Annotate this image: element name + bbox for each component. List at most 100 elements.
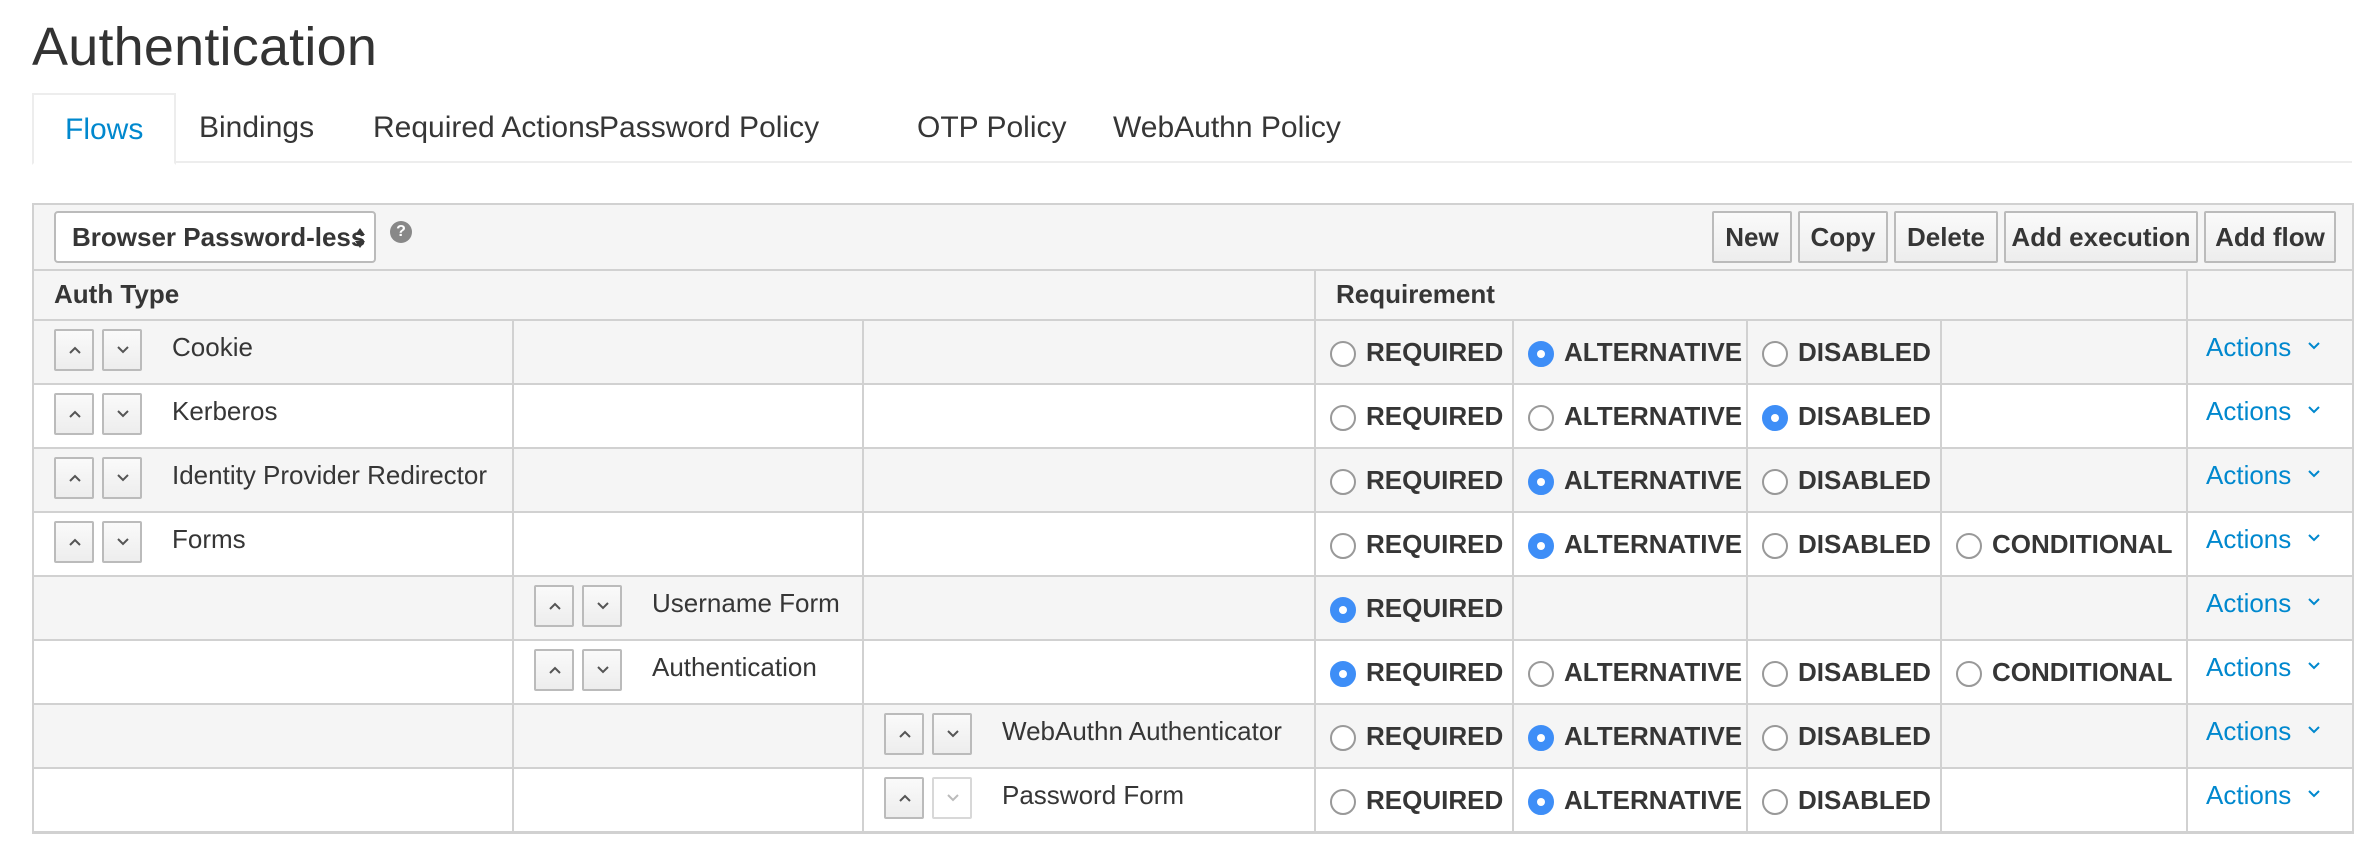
cell-divider: [1314, 321, 1316, 385]
move-down-button[interactable]: [102, 393, 142, 435]
move-up-button[interactable]: [54, 393, 94, 435]
cell-divider: [1314, 769, 1316, 833]
cell-divider: [2186, 385, 2188, 449]
requirement-label: DISABLED: [1798, 657, 1931, 687]
requirement-required-radio[interactable]: REQUIRED: [1330, 321, 1503, 383]
move-down-button[interactable]: [932, 713, 972, 755]
cell-divider: [512, 449, 514, 513]
requirement-label: ALTERNATIVE: [1564, 721, 1743, 751]
actions-dropdown[interactable]: Actions: [2206, 513, 2320, 575]
requirement-disabled-radio[interactable]: DISABLED: [1762, 769, 1931, 831]
requirement-alternative-radio[interactable]: ALTERNATIVE: [1528, 449, 1742, 511]
cell-divider: [1314, 513, 1316, 577]
add-flow-button[interactable]: Add flow: [2204, 211, 2336, 263]
requirement-disabled-radio[interactable]: DISABLED: [1762, 449, 1931, 511]
move-down-button[interactable]: [582, 649, 622, 691]
flow-select[interactable]: Browser Password-less: [54, 211, 376, 263]
cell-divider: [1940, 513, 1942, 577]
requirement-label: ALTERNATIVE: [1564, 657, 1743, 687]
radio-circle-icon: [1330, 661, 1356, 687]
header-divider: [2186, 271, 2188, 319]
move-down-button[interactable]: [932, 777, 972, 819]
table-row: Password Form REQUIRED ALTERNATIVE DISABLED…: [34, 769, 2352, 833]
cell-divider: [1512, 641, 1514, 705]
requirement-alternative-radio[interactable]: ALTERNATIVE: [1528, 513, 1742, 575]
chevron-down-icon: [2308, 726, 2320, 734]
requirement-conditional-radio[interactable]: CONDITIONAL: [1956, 513, 2173, 575]
cell-divider: [2186, 577, 2188, 641]
radio-circle-icon: [1528, 725, 1554, 751]
cell-divider: [862, 449, 864, 513]
requirement-required-radio[interactable]: REQUIRED: [1330, 385, 1503, 447]
actions-dropdown[interactable]: Actions: [2206, 705, 2320, 767]
tab-flows[interactable]: Flows: [32, 93, 177, 165]
requirement-alternative-radio[interactable]: ALTERNATIVE: [1528, 769, 1742, 831]
add-execution-button[interactable]: Add execution: [2004, 211, 2198, 263]
requirement-disabled-radio[interactable]: DISABLED: [1762, 705, 1931, 767]
actions-dropdown[interactable]: Actions: [2206, 321, 2320, 383]
delete-button[interactable]: Delete: [1894, 211, 1998, 263]
cell-divider: [1314, 577, 1316, 641]
move-down-button[interactable]: [102, 329, 142, 371]
move-up-button[interactable]: [54, 329, 94, 371]
execution-name: Authentication: [652, 652, 817, 682]
requirement-required-radio[interactable]: REQUIRED: [1330, 641, 1503, 703]
help-icon[interactable]: ?: [390, 221, 412, 243]
requirement-required-radio[interactable]: REQUIRED: [1330, 705, 1503, 767]
requirement-required-radio[interactable]: REQUIRED: [1330, 513, 1503, 575]
move-up-button[interactable]: [534, 585, 574, 627]
requirement-conditional-radio[interactable]: CONDITIONAL: [1956, 641, 2173, 703]
requirement-label: CONDITIONAL: [1992, 529, 2173, 559]
requirement-label: REQUIRED: [1366, 401, 1504, 431]
requirement-label: REQUIRED: [1366, 657, 1504, 687]
page-title: Authentication: [32, 17, 378, 77]
tab-password-policy[interactable]: Password Policy: [568, 93, 850, 163]
requirement-required-radio[interactable]: REQUIRED: [1330, 769, 1503, 831]
move-down-button[interactable]: [102, 457, 142, 499]
requirement-disabled-radio[interactable]: DISABLED: [1762, 641, 1931, 703]
requirement-disabled-radio[interactable]: DISABLED: [1762, 385, 1931, 447]
tab-webauthn-policy[interactable]: WebAuthn Policy: [1082, 93, 1372, 163]
cell-divider: [862, 769, 864, 833]
cell-divider: [2186, 321, 2188, 385]
radio-circle-icon: [1330, 469, 1356, 495]
actions-dropdown[interactable]: Actions: [2206, 385, 2320, 447]
cell-divider: [1512, 769, 1514, 833]
requirement-alternative-radio[interactable]: ALTERNATIVE: [1528, 641, 1742, 703]
requirement-label: ALTERNATIVE: [1564, 401, 1743, 431]
actions-label: Actions: [2206, 332, 2292, 362]
cell-divider: [512, 769, 514, 833]
requirement-required-radio[interactable]: REQUIRED: [1330, 577, 1503, 639]
requirement-alternative-radio[interactable]: ALTERNATIVE: [1528, 321, 1742, 383]
header-auth-type: Auth Type: [54, 279, 180, 309]
cell-divider: [2186, 513, 2188, 577]
move-up-button[interactable]: [54, 521, 94, 563]
requirement-alternative-radio[interactable]: ALTERNATIVE: [1528, 385, 1742, 447]
tab-otp-policy[interactable]: OTP Policy: [886, 93, 1098, 163]
actions-label: Actions: [2206, 588, 2292, 618]
move-up-button[interactable]: [884, 777, 924, 819]
requirement-label: ALTERNATIVE: [1564, 465, 1743, 495]
move-down-button[interactable]: [102, 521, 142, 563]
copy-button[interactable]: Copy: [1798, 211, 1888, 263]
move-up-button[interactable]: [534, 649, 574, 691]
actions-dropdown[interactable]: Actions: [2206, 449, 2320, 511]
actions-dropdown[interactable]: Actions: [2206, 769, 2320, 831]
actions-dropdown[interactable]: Actions: [2206, 641, 2320, 703]
cell-divider: [1512, 705, 1514, 769]
new-button[interactable]: New: [1712, 211, 1792, 263]
cell-divider: [1940, 641, 1942, 705]
cell-divider: [512, 321, 514, 385]
requirement-required-radio[interactable]: REQUIRED: [1330, 449, 1503, 511]
cell-divider: [862, 577, 864, 641]
actions-dropdown[interactable]: Actions: [2206, 577, 2320, 639]
tab-bindings[interactable]: Bindings: [168, 93, 345, 163]
requirement-disabled-radio[interactable]: DISABLED: [1762, 321, 1931, 383]
move-down-button[interactable]: [582, 585, 622, 627]
move-up-button[interactable]: [884, 713, 924, 755]
cell-divider: [1746, 321, 1748, 385]
requirement-disabled-radio[interactable]: DISABLED: [1762, 513, 1931, 575]
requirement-label: DISABLED: [1798, 337, 1931, 367]
move-up-button[interactable]: [54, 457, 94, 499]
requirement-alternative-radio[interactable]: ALTERNATIVE: [1528, 705, 1742, 767]
